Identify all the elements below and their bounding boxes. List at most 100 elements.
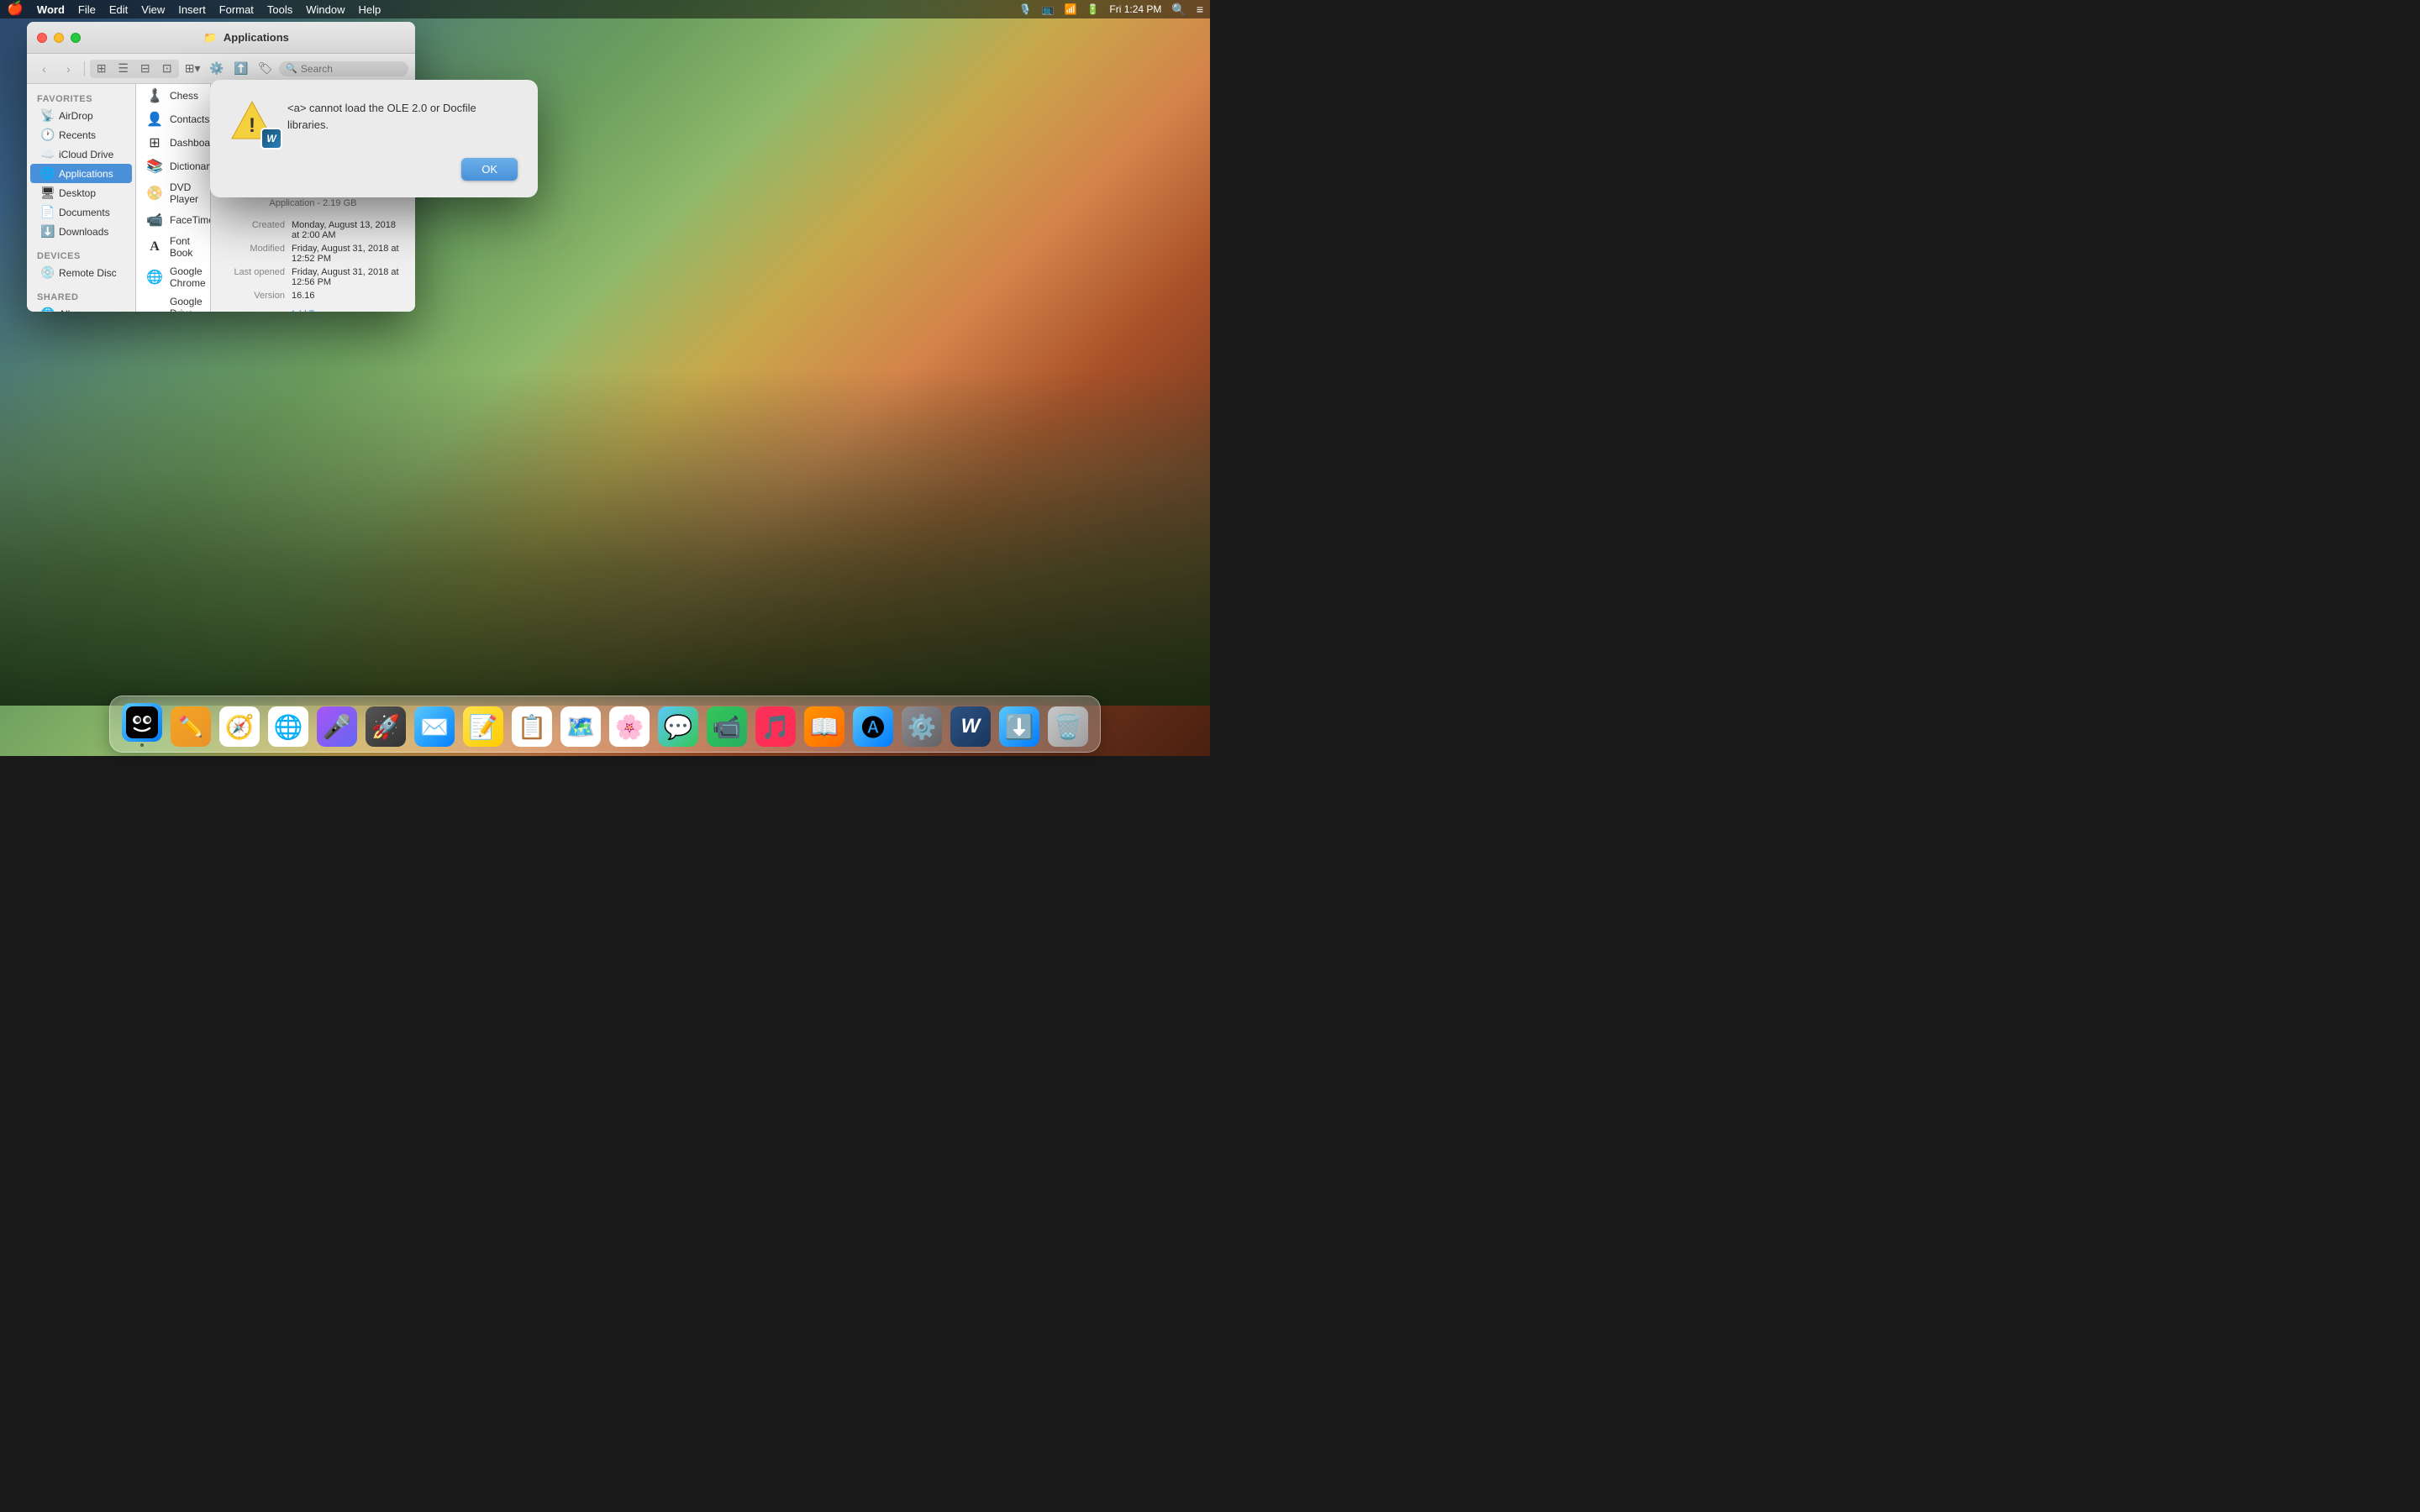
sidebar-item-desktop[interactable]: 🖥 Desktop — [30, 183, 132, 202]
dock-item-finder[interactable] — [120, 703, 164, 747]
dock-item-facetime[interactable]: 📹 — [705, 703, 749, 747]
dock-item-downloads[interactable]: ⬇️ — [997, 703, 1041, 747]
dock-item-mail[interactable]: ✉️ — [413, 703, 456, 747]
sidebar-label-desktop: Desktop — [59, 187, 96, 199]
action-button[interactable]: ⚙️ — [207, 60, 228, 77]
dock-item-itunes[interactable]: 🎵 — [754, 703, 797, 747]
icon-view-button[interactable]: ⊞ — [91, 60, 113, 77]
dialog-content: ! W <a> cannot load the OLE 2.0 or Docfi… — [230, 100, 518, 144]
add-tags-link[interactable]: Add Tags... — [290, 309, 336, 312]
sidebar-item-applications[interactable]: 🌐 Applications — [30, 164, 132, 183]
menu-view[interactable]: View — [141, 3, 165, 16]
sidebar-label-remote-disc: Remote Disc — [59, 267, 117, 279]
file-item-facetime[interactable]: 📹 FaceTime — [136, 208, 210, 232]
sidebar-item-downloads[interactable]: ⬇️ Downloads — [30, 222, 132, 241]
file-name-chess: Chess — [170, 90, 198, 102]
file-item-fontbook[interactable]: A Font Book — [136, 232, 210, 262]
chess-icon: ♟️ — [146, 87, 163, 104]
ok-button[interactable]: OK — [461, 158, 518, 181]
finder-face-icon — [126, 706, 158, 738]
dock-item-notes[interactable]: 📝 — [461, 703, 505, 747]
dock-item-ibooks[interactable]: 📖 — [802, 703, 846, 747]
file-item-chess[interactable]: ♟️ Chess — [136, 84, 210, 108]
ibooks-dock-icon: 📖 — [804, 706, 844, 747]
maximize-button[interactable] — [71, 33, 81, 43]
dock-item-photos[interactable]: 🌸 — [608, 703, 651, 747]
finder-titlebar: 📁 Applications — [27, 22, 415, 54]
file-name-chrome: Google Chrome — [170, 265, 206, 289]
folder-icon: 📁 — [203, 31, 217, 44]
dock-item-word[interactable]: W — [949, 703, 992, 747]
close-button[interactable] — [37, 33, 47, 43]
mail-dock-icon: ✉️ — [414, 706, 455, 747]
menu-help[interactable]: Help — [359, 3, 381, 16]
cover-flow-button[interactable]: ⊡ — [156, 60, 178, 77]
dock-item-messages[interactable]: 💬 — [656, 703, 700, 747]
chrome-icon: 🌐 — [146, 269, 163, 286]
sidebar-item-recents[interactable]: 🕐 Recents — [30, 125, 132, 144]
file-name-facetime: FaceTime — [170, 214, 210, 226]
app-name[interactable]: Word — [37, 3, 65, 16]
svg-text:!: ! — [249, 114, 255, 137]
lastopened-value: Friday, August 31, 2018 at 12:56 PM — [292, 267, 402, 287]
menu-edit[interactable]: Edit — [109, 3, 128, 16]
appstore-dock-icon: 🅐 — [853, 706, 893, 747]
version-label: Version — [224, 291, 292, 301]
file-item-dictionary[interactable]: 📚 Dictionary — [136, 155, 210, 178]
dock-item-reminders[interactable]: 📋 — [510, 703, 554, 747]
dock-item-appstore[interactable]: 🅐 — [851, 703, 895, 747]
dock-item-siri[interactable]: 🎤 — [315, 703, 359, 747]
share-button[interactable]: ⬆️ — [230, 60, 251, 77]
file-item-dvd[interactable]: 📀 DVD Player — [136, 178, 210, 208]
sidebar-item-documents[interactable]: 📄 Documents — [30, 202, 132, 222]
dock: ✏️ 🧭 🌐 🎤 🚀 ✉️ 📝 📋 🗺️ 🌸 💬 📹 🎵 📖 🅐 — [109, 696, 1101, 753]
dock-item-rocket[interactable]: 🚀 — [364, 703, 408, 747]
file-name-contacts: Contacts — [170, 113, 209, 125]
group-button[interactable]: ⊞▾ — [182, 60, 203, 77]
file-item-dashboard[interactable]: ⊞ Dashboard — [136, 131, 210, 155]
dock-item-sketch[interactable]: ✏️ — [169, 703, 213, 747]
list-view-button[interactable]: ☰ — [113, 60, 134, 77]
fontbook-icon: A — [146, 239, 163, 255]
tag-button[interactable]: 🏷 — [255, 60, 276, 77]
airdrop-icon: 📡 — [40, 108, 54, 123]
search-bar[interactable]: 🔍 — [279, 61, 408, 76]
sidebar-label-airdrop: AirDrop — [59, 110, 93, 122]
dock-item-chrome[interactable]: 🌐 — [266, 703, 310, 747]
back-button[interactable]: ‹ — [34, 60, 55, 77]
control-center-icon[interactable]: ≡ — [1197, 3, 1203, 16]
preview-row-version: Version 16.16 — [224, 289, 402, 302]
icloud-icon: ☁️ — [40, 147, 54, 161]
modified-value: Friday, August 31, 2018 at 12:52 PM — [292, 244, 402, 264]
forward-button[interactable]: › — [58, 60, 79, 77]
preview-type-size: Application - 2.19 GB — [270, 198, 357, 208]
dock-item-maps[interactable]: 🗺️ — [559, 703, 602, 747]
sidebar-item-icloud[interactable]: ☁️ iCloud Drive — [30, 144, 132, 164]
syspref-dock-icon: ⚙️ — [902, 706, 942, 747]
menu-format[interactable]: Format — [219, 3, 254, 16]
sidebar-item-remote-disc[interactable]: 💿 Remote Disc — [30, 263, 132, 282]
file-item-contacts[interactable]: 👤 Contacts — [136, 108, 210, 131]
dock-item-syspref[interactable]: ⚙️ — [900, 703, 944, 747]
search-input[interactable] — [301, 63, 402, 75]
column-view-button[interactable]: ⊟ — [134, 60, 156, 77]
apple-menu-icon[interactable]: 🍎 — [7, 3, 24, 16]
sidebar-item-all-shared[interactable]: 🌐 All... — [30, 304, 132, 312]
battery-icon: 🔋 — [1086, 3, 1099, 15]
sidebar-item-airdrop[interactable]: 📡 AirDrop — [30, 106, 132, 125]
toolbar-separator — [84, 61, 85, 76]
menu-insert[interactable]: Insert — [178, 3, 206, 16]
dock-item-safari[interactable]: 🧭 — [218, 703, 261, 747]
file-item-gdrive[interactable]: △ Google Drive File Stream — [136, 292, 210, 312]
search-icon[interactable]: 🔍 — [1171, 3, 1186, 17]
menu-window[interactable]: Window — [306, 3, 345, 16]
file-item-chrome[interactable]: 🌐 Google Chrome — [136, 262, 210, 292]
word-dock-icon: W — [950, 706, 991, 747]
minimize-button[interactable] — [54, 33, 64, 43]
dock-item-trash[interactable]: 🗑️ — [1046, 703, 1090, 747]
menubar-left: 🍎 Word File Edit View Insert Format Tool… — [7, 3, 381, 16]
menu-tools[interactable]: Tools — [267, 3, 292, 16]
menu-file[interactable]: File — [78, 3, 96, 16]
sidebar-label-recents: Recents — [59, 129, 96, 141]
window-title: 📁 Applications — [87, 31, 405, 45]
